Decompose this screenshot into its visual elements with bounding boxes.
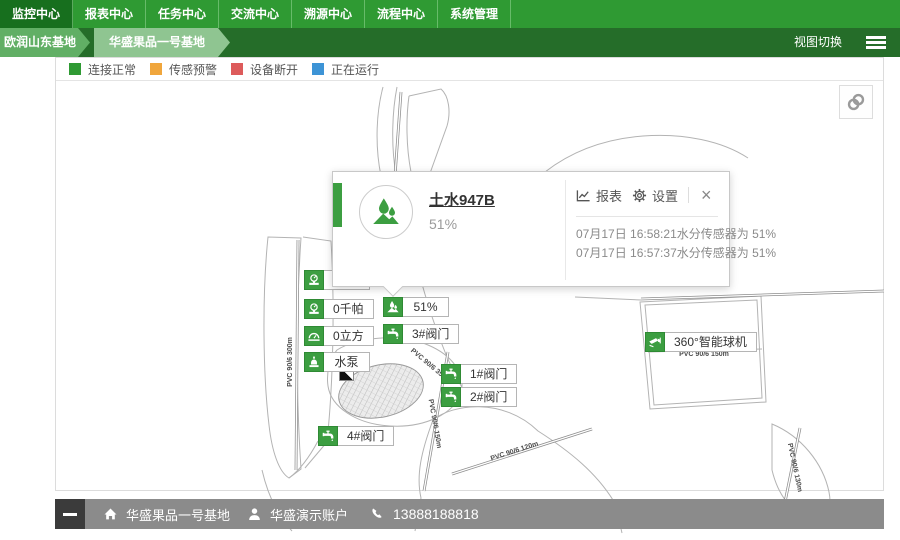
pump-icon [304, 352, 324, 372]
marker-valve-3[interactable]: 3#阀门 [383, 324, 459, 344]
close-icon[interactable]: × [701, 187, 712, 203]
phone-number: 13888188818 [393, 506, 479, 522]
link-icon [845, 91, 867, 113]
breadcrumb: 欧润山东基地 华盛果品一号基地 视图切换 [0, 28, 900, 57]
nav-tab-flow[interactable]: 流程中心 [365, 0, 438, 28]
sensor-value: 51% [429, 216, 457, 232]
user-icon [247, 507, 262, 522]
marker-valve-4[interactable]: 4#阀门 [318, 426, 394, 446]
moisture-icon [383, 297, 403, 317]
view-switch-button[interactable]: 视图切换 [794, 28, 842, 57]
contact-phone: 13888188818 [370, 499, 479, 529]
marker-pressure[interactable]: 0千帕 [304, 299, 374, 319]
link-button[interactable] [839, 85, 873, 119]
marker-label: 1#阀门 [461, 364, 517, 384]
popup-marker-strip [333, 183, 342, 227]
legend-offline-label: 设备断开 [250, 61, 298, 78]
marker-label: 360°智能球机 [665, 332, 757, 352]
phone-icon [370, 507, 385, 522]
marker-moisture[interactable]: 51% [383, 297, 449, 317]
marker-valve-2[interactable]: 2#阀门 [441, 387, 517, 407]
actions-separator [688, 187, 689, 203]
valve-icon [441, 364, 461, 384]
flow-icon [304, 326, 324, 346]
legend-warning: 传感预警 [150, 61, 217, 78]
account-name: 华盛演示账户 [270, 505, 348, 524]
marker-label: 51% [403, 297, 449, 317]
legend-green-swatch [69, 63, 81, 75]
marker-pump[interactable]: 水泵 [304, 352, 370, 372]
nav-tab-report[interactable]: 报表中心 [73, 0, 146, 28]
popup-rule [576, 216, 718, 217]
settings-button[interactable]: 设置 [632, 186, 678, 205]
report-label: 报表 [596, 186, 622, 205]
sensor-name[interactable]: 土水947B [429, 189, 495, 210]
marker-label: 2#阀门 [461, 387, 517, 407]
legend-connected: 连接正常 [69, 61, 136, 78]
marker-label: 3#阀门 [403, 324, 459, 344]
legend-blue-swatch [312, 63, 324, 75]
valve-icon [441, 387, 461, 407]
marker-label: 0立方 [324, 326, 374, 346]
legend-running-label: 正在运行 [331, 61, 379, 78]
marker-dome-camera[interactable]: 360°智能球机 [645, 332, 757, 352]
soil-moisture-avatar [359, 185, 413, 239]
sensor-log-entry: 07月17日 16:57:37水分传感器为 51% [576, 244, 776, 261]
legend-connected-label: 连接正常 [88, 61, 136, 78]
current-base: 华盛果品一号基地 [103, 499, 230, 529]
chart-icon [576, 188, 591, 203]
sensor-log-entry: 07月17日 16:58:21水分传感器为 51% [576, 225, 776, 242]
gear-icon [632, 188, 647, 203]
valve-icon [383, 324, 403, 344]
popup-actions: 报表 设置 × [576, 184, 724, 206]
status-legend: 连接正常 传感预警 设备断开 正在运行 [56, 58, 883, 81]
status-bar: 华盛果品一号基地 华盛演示账户 13888188818 [55, 499, 884, 529]
legend-running: 正在运行 [312, 61, 379, 78]
nav-tab-task[interactable]: 任务中心 [146, 0, 219, 28]
nav-tab-system[interactable]: 系统管理 [438, 0, 511, 28]
marker-flow[interactable]: 0立方 [304, 326, 374, 346]
camera-icon [645, 332, 665, 352]
valve-icon [318, 426, 338, 446]
moisture-icon [370, 196, 402, 228]
home-icon [103, 507, 118, 522]
legend-offline: 设备断开 [231, 61, 298, 78]
gauge-icon [304, 299, 324, 319]
breadcrumb-base[interactable]: 欧润山东基地 [0, 28, 90, 57]
marker-label: 0千帕 [324, 299, 374, 319]
app-window: 监控中心 报表中心 任务中心 交流中心 溯源中心 流程中心 系统管理 欧润山东基… [0, 0, 900, 540]
nav-tab-monitor[interactable]: 监控中心 [0, 0, 73, 28]
legend-red-swatch [231, 63, 243, 75]
nav-tab-trace[interactable]: 溯源中心 [292, 0, 365, 28]
popup-divider [565, 180, 566, 280]
top-nav: 监控中心 报表中心 任务中心 交流中心 溯源中心 流程中心 系统管理 [0, 0, 900, 28]
current-account: 华盛演示账户 [247, 499, 348, 529]
breadcrumb-sub-base[interactable]: 华盛果品一号基地 [94, 28, 230, 57]
menu-icon[interactable] [866, 36, 886, 49]
marker-label: 4#阀门 [338, 426, 394, 446]
gauge-icon [304, 270, 324, 290]
legend-warning-label: 传感预警 [169, 61, 217, 78]
marker-label: 水泵 [324, 352, 370, 372]
report-button[interactable]: 报表 [576, 186, 622, 205]
legend-orange-swatch [150, 63, 162, 75]
nav-tab-exchange[interactable]: 交流中心 [219, 0, 292, 28]
base-name: 华盛果品一号基地 [126, 505, 230, 524]
sensor-popup: 土水947B 51% 报表 设置 × 07月17日 16:58:21水分传感器为… [332, 171, 730, 287]
collapse-button[interactable] [55, 499, 85, 529]
settings-label: 设置 [652, 186, 678, 205]
marker-valve-1[interactable]: 1#阀门 [441, 364, 517, 384]
